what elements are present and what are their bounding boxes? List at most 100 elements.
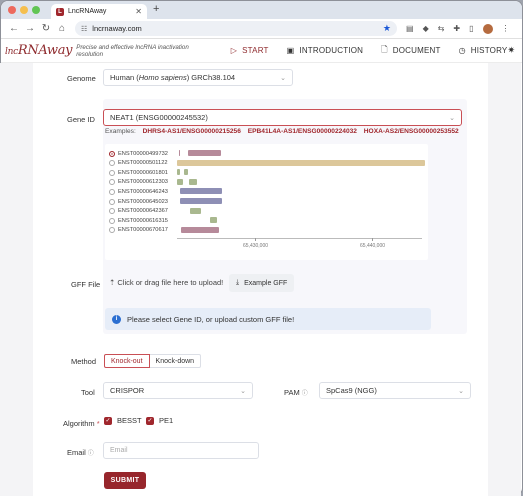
menu-icon[interactable]: ⋮ <box>502 24 510 33</box>
tool-label: Tool <box>81 388 95 397</box>
transcript-viewer: ENST00000499732 ENST00000501122 ENST000006… <box>105 144 428 260</box>
url-text: lncrnaway.com <box>92 24 142 33</box>
info-icon: i <box>112 314 121 324</box>
sidebar-icon[interactable]: ▯ <box>469 24 473 33</box>
pe1-checkbox[interactable]: ✓ PE1 <box>146 416 173 425</box>
transcript-id: ENST00000670617 <box>118 227 168 234</box>
pam-select[interactable]: SpCas9 (NGG) ⌄ <box>319 382 471 399</box>
axis-tick <box>372 238 373 241</box>
play-icon: ▷ <box>230 46 238 55</box>
transcript-option[interactable]: ENST00000601801 <box>109 168 168 177</box>
tagline: Precise and effective lncRNA inactivatio… <box>76 43 189 58</box>
tab-close-icon[interactable]: ✕ <box>135 7 142 16</box>
transcript-option[interactable]: ENST00000612303 <box>109 178 168 187</box>
favicon-icon: L <box>56 7 64 16</box>
email-input[interactable]: Email <box>103 442 259 459</box>
forward-icon[interactable]: → <box>23 23 37 34</box>
pam-label: PAM ⓘ <box>284 388 308 397</box>
reader-icon[interactable]: ▤ <box>406 24 414 33</box>
browser-tab[interactable]: L LncRNAway ✕ <box>51 4 147 19</box>
close-window-button[interactable] <box>8 6 16 14</box>
home-icon[interactable]: ⌂ <box>55 23 69 34</box>
nav-start[interactable]: ▷ START <box>231 46 269 55</box>
upload-dropzone[interactable]: ⇡ Click or drag file here to upload! <box>109 278 223 287</box>
gff-file-label: GFF File <box>71 280 101 289</box>
exon-segment <box>210 217 217 224</box>
radio-button[interactable] <box>109 217 115 224</box>
back-icon[interactable]: ← <box>7 23 21 34</box>
help-icon: ⓘ <box>87 451 94 457</box>
knock-down-option[interactable]: Knock-down <box>149 354 202 368</box>
transcript-option[interactable]: ENST00000499732 <box>109 149 168 158</box>
profile-avatar[interactable] <box>482 23 493 34</box>
transcript-id: ENST00000601801 <box>118 169 168 176</box>
exon-segment <box>180 188 222 195</box>
maximize-window-button[interactable] <box>32 6 40 14</box>
radio-button[interactable] <box>109 198 115 205</box>
chevron-down-icon: ⌄ <box>449 114 455 122</box>
exon-segment <box>180 198 222 204</box>
exon-segment <box>177 178 183 185</box>
history-icon: ◷ <box>458 46 466 55</box>
radio-button[interactable] <box>109 208 115 215</box>
examples-row: Examples: DHRS4-AS1/ENSG00000215256 EPB4… <box>105 128 459 135</box>
example-link-1[interactable]: DHRS4-AS1/ENSG00000215256 <box>143 128 241 135</box>
radio-button[interactable] <box>109 160 115 167</box>
exon-segment <box>190 207 201 214</box>
radio-button[interactable] <box>109 227 115 234</box>
exon-segment <box>177 169 180 176</box>
chevron-down-icon: ⌄ <box>240 387 246 395</box>
radio-button[interactable] <box>109 188 115 195</box>
radio-button[interactable] <box>109 150 115 157</box>
transcript-id: ENST00000612303 <box>118 179 168 186</box>
axis-tick-label: 65,430,000 <box>243 243 269 249</box>
info-alert: i Please select Gene ID, or upload custo… <box>105 308 431 330</box>
example-link-3[interactable]: HOXA-AS2/ENSG00000253552 <box>364 128 459 135</box>
radio-button[interactable] <box>109 179 115 186</box>
tab-strip: L LncRNAway ✕ + <box>1 1 522 19</box>
theme-toggle-icon[interactable]: ✷ <box>507 45 515 56</box>
new-tab-icon[interactable]: + <box>153 3 159 15</box>
puzzle-icon[interactable]: ✚ <box>453 24 460 33</box>
browser-toolbar: ← → ↻ ⌂ ☷ lncrnaway.com ★ ▤ ◆ ⇆ ✚ ▯ ⋮ <box>1 19 522 39</box>
transcript-tracks <box>177 144 425 260</box>
reload-icon[interactable]: ↻ <box>39 23 53 34</box>
besst-checkbox[interactable]: ✓ BESST <box>104 416 142 425</box>
translate-icon[interactable]: ⇆ <box>438 24 445 33</box>
site-info-icon[interactable]: ☷ <box>81 25 87 33</box>
transcript-id: ENST00000645023 <box>118 198 168 205</box>
nav-document[interactable]: 🗋 DOCUMENT <box>381 44 440 58</box>
chevron-down-icon: ⌄ <box>280 74 286 82</box>
genome-select[interactable]: Human (Homo sapiens) GRCh38.104 ⌄ <box>103 69 293 86</box>
transcript-option[interactable]: ENST00000670617 <box>109 226 168 235</box>
transcript-option[interactable]: ENST00000616315 <box>109 216 168 225</box>
exon-segment <box>177 159 425 166</box>
transcript-option[interactable]: ENST00000645023 <box>109 197 168 206</box>
nav-history[interactable]: ◷ HISTORY <box>459 46 508 55</box>
transcript-option[interactable]: ENST00000646243 <box>109 187 168 196</box>
transcript-option[interactable]: ENST00000501122 <box>109 159 168 168</box>
example-link-2[interactable]: EPB41L4A-AS1/ENSG00000224032 <box>248 128 357 135</box>
book-icon: ▣ <box>286 46 295 55</box>
exon-segment <box>179 150 180 156</box>
extension-icon[interactable]: ◆ <box>423 24 429 33</box>
axis-tick-label: 65,440,000 <box>360 243 386 249</box>
transcript-id: ENST00000616315 <box>118 217 168 224</box>
transcript-id: ENST00000499732 <box>118 150 168 157</box>
site-logo[interactable]: lncRNAway <box>5 43 73 58</box>
submit-button[interactable]: SUBMIT <box>104 472 146 489</box>
knock-out-option[interactable]: Knock-out <box>104 354 150 368</box>
axis-tick <box>255 238 256 241</box>
radio-button[interactable] <box>109 169 115 176</box>
method-toggle: Knock-out Knock-down <box>104 354 202 368</box>
nav-introduction[interactable]: ▣ INTRODUCTION <box>287 46 364 55</box>
tool-select[interactable]: CRISPOR ⌄ <box>103 382 253 399</box>
minimize-window-button[interactable] <box>20 6 28 14</box>
transcript-option[interactable]: ENST00000642367 <box>109 207 168 216</box>
address-bar[interactable]: ☷ lncrnaway.com ★ <box>75 21 397 36</box>
gene-id-select[interactable]: NEAT1 (ENSG00000245532) ⌄ <box>103 109 462 126</box>
exon-segment <box>189 178 197 185</box>
example-gff-button[interactable]: ⤓ Example GFF <box>229 274 295 292</box>
email-label: Email ⓘ <box>67 448 94 457</box>
bookmark-star-icon[interactable]: ★ <box>383 23 391 34</box>
